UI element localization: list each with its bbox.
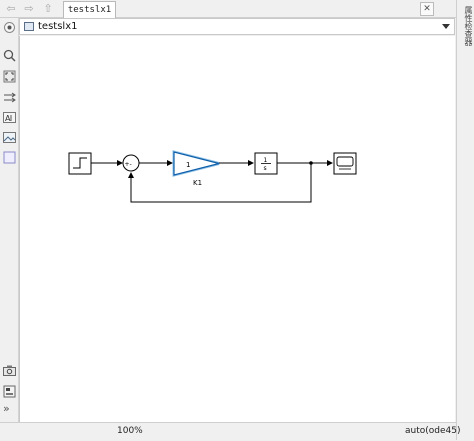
breadcrumb[interactable]: testslx1 (19, 18, 455, 35)
arrow-connect-icon[interactable] (3, 89, 16, 103)
model-canvas[interactable]: +- 1 K1 1 s (19, 36, 455, 422)
integrator-numerator: 1 (264, 157, 268, 164)
image-icon[interactable] (3, 129, 16, 143)
status-bar: 100% auto(ode45) (0, 422, 461, 441)
up-icon[interactable]: ⇧ (41, 2, 55, 15)
gain-block[interactable]: 1 (172, 150, 220, 177)
step-block[interactable] (68, 152, 92, 175)
chevron-down-icon[interactable] (442, 24, 450, 29)
solver-status[interactable]: auto(ode45) (405, 426, 461, 436)
fit-to-view-icon[interactable] (3, 68, 16, 83)
gain-label: K1 (193, 179, 202, 187)
annotation-icon[interactable]: A (3, 109, 16, 123)
scope-block[interactable] (333, 152, 357, 175)
zoom-icon[interactable] (3, 47, 16, 62)
zoom-level: 100% (117, 426, 143, 436)
back-arrow-icon[interactable]: ⇦ (4, 2, 18, 15)
svg-text:A: A (5, 114, 11, 123)
integrator-denominator: s (264, 165, 267, 172)
camera-icon[interactable] (3, 362, 16, 376)
sum-signs: +- (125, 161, 132, 168)
tab-testslx1[interactable]: testslx1 (63, 1, 116, 18)
sum-block[interactable]: +- (122, 154, 140, 172)
integrator-block[interactable]: 1 s (254, 152, 278, 175)
close-icon[interactable]: ✕ (420, 2, 434, 16)
signal-feedback[interactable] (128, 163, 312, 203)
property-inspector-label[interactable]: 属性检查器 (459, 6, 473, 46)
expand-icon[interactable]: » (3, 402, 16, 415)
title-tab-bar: ⇦ ⇨ ⇧ testslx1 ✕ (0, 0, 456, 18)
hide-browser-icon[interactable] (3, 19, 16, 33)
model-icon (24, 22, 34, 31)
area-icon[interactable] (3, 149, 16, 164)
forward-arrow-icon[interactable]: ⇨ (22, 2, 36, 15)
property-inspector-strip[interactable]: 属性检查器 (456, 0, 474, 440)
model-browser-icon[interactable] (3, 383, 16, 398)
gain-value: 1 (186, 161, 190, 169)
block-diagram: +- 1 K1 1 s (68, 150, 357, 203)
tool-palette: A » (0, 18, 19, 422)
breadcrumb-label: testslx1 (38, 21, 78, 32)
